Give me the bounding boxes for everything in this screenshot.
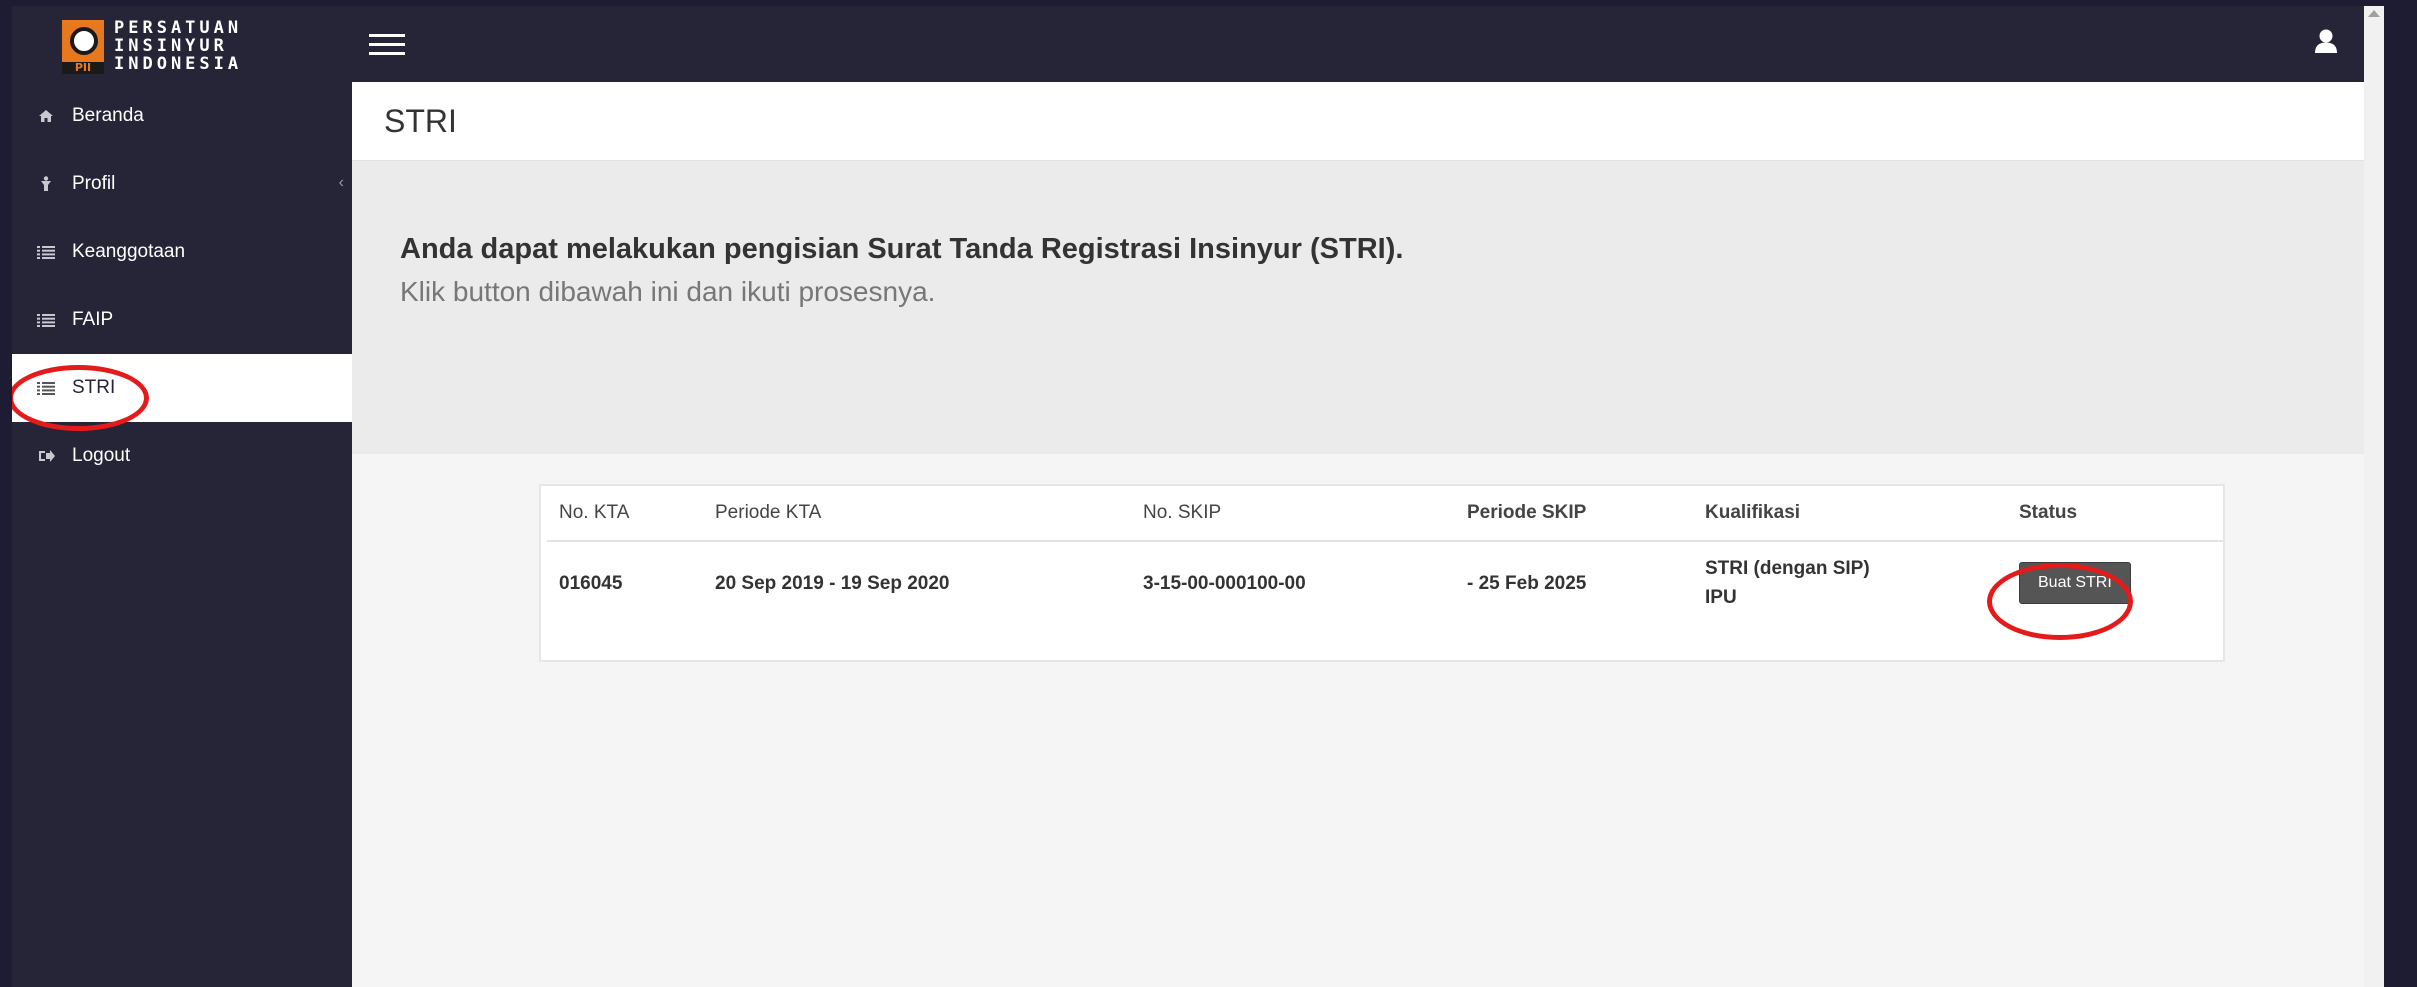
sidebar: Beranda Profil ‹ Keanggotaan FAIP STRI L… (12, 82, 352, 987)
sidebar-item-label: Profil (72, 173, 116, 194)
sidebar-item-label: Beranda (72, 105, 144, 126)
cell-kualifikasi: STRI (dengan SIP) IPU (1693, 541, 2007, 624)
sidebar-item-keanggotaan[interactable]: Keanggotaan (12, 218, 352, 286)
top-navbar: PII PERSATUAN INSINYUR INDONESIA (12, 6, 2384, 82)
sidebar-item-label: FAIP (72, 309, 114, 330)
cell-periode-skip: - 25 Feb 2025 (1467, 572, 1587, 594)
logo-wordmark: PERSATUAN INSINYUR INDONESIA (114, 18, 243, 74)
sidebar-item-profil[interactable]: Profil ‹ (12, 150, 352, 218)
sidebar-item-label: Logout (72, 445, 131, 466)
sidebar-item-logout[interactable]: Logout (12, 422, 352, 490)
cell-periode-kta: 20 Sep 2019 - 19 Sep 2020 (715, 572, 950, 594)
sidebar-item-label: Keanggotaan (72, 241, 186, 262)
banner-heading: Anda dapat melakukan pengisian Surat Tan… (400, 233, 1404, 265)
user-figure-icon (34, 176, 58, 192)
stri-table-card: No. KTA Periode KTA No. SKIP Periode SKI… (539, 484, 2225, 662)
sidebar-item-label: STRI (72, 377, 116, 398)
list-icon (34, 313, 58, 327)
kualifikasi-line: IPU (1705, 587, 1737, 608)
banner-subheading: Klik button dibawah ini dan ikuti proses… (400, 276, 936, 307)
user-account-icon[interactable] (2314, 28, 2338, 54)
page-title: STRI (352, 82, 2384, 161)
info-banner: Anda dapat melakukan pengisian Surat Tan… (352, 161, 2384, 454)
app-window: PII PERSATUAN INSINYUR INDONESIA Beranda (12, 6, 2384, 987)
main-content: STRI Anda dapat melakukan pengisian Sura… (352, 82, 2384, 987)
chevron-left-icon[interactable]: ‹ (339, 174, 344, 192)
col-header-periode-kta: Periode KTA (703, 486, 1131, 542)
table-section: No. KTA Periode KTA No. SKIP Periode SKI… (352, 454, 2384, 987)
logout-icon (34, 449, 58, 463)
sidebar-item-stri[interactable]: STRI (12, 354, 352, 422)
list-icon (34, 245, 58, 259)
sidebar-item-faip[interactable]: FAIP (12, 286, 352, 354)
cell-no-skip: 3-15-00-000100-00 (1143, 572, 1306, 594)
pii-emblem-icon: PII (62, 18, 104, 74)
col-header-periode-skip: Periode SKIP (1455, 486, 1693, 542)
scroll-up-arrow-icon[interactable] (2368, 10, 2380, 17)
col-header-no-kta: No. KTA (547, 486, 703, 542)
stri-table: No. KTA Periode KTA No. SKIP Periode SKI… (547, 486, 2223, 624)
vertical-scrollbar[interactable] (2364, 6, 2384, 987)
col-header-kualifikasi: Kualifikasi (1693, 486, 2007, 542)
pii-logo[interactable]: PII PERSATUAN INSINYUR INDONESIA (62, 16, 262, 76)
sidebar-item-beranda[interactable]: Beranda (12, 82, 352, 150)
menu-toggle-icon[interactable] (369, 34, 405, 56)
list-icon (34, 381, 58, 395)
cell-status: Buat STRI (2007, 541, 2223, 624)
home-icon (34, 109, 58, 123)
cell-no-kta: 016045 (559, 572, 623, 594)
table-row: 016045 20 Sep 2019 - 19 Sep 2020 3-15-00… (547, 541, 2223, 624)
col-header-status: Status (2007, 486, 2223, 542)
buat-stri-button[interactable]: Buat STRI (2019, 562, 2131, 604)
col-header-no-skip: No. SKIP (1131, 486, 1455, 542)
kualifikasi-line: STRI (dengan SIP) (1705, 558, 1870, 579)
table-header-row: No. KTA Periode KTA No. SKIP Periode SKI… (547, 486, 2223, 542)
